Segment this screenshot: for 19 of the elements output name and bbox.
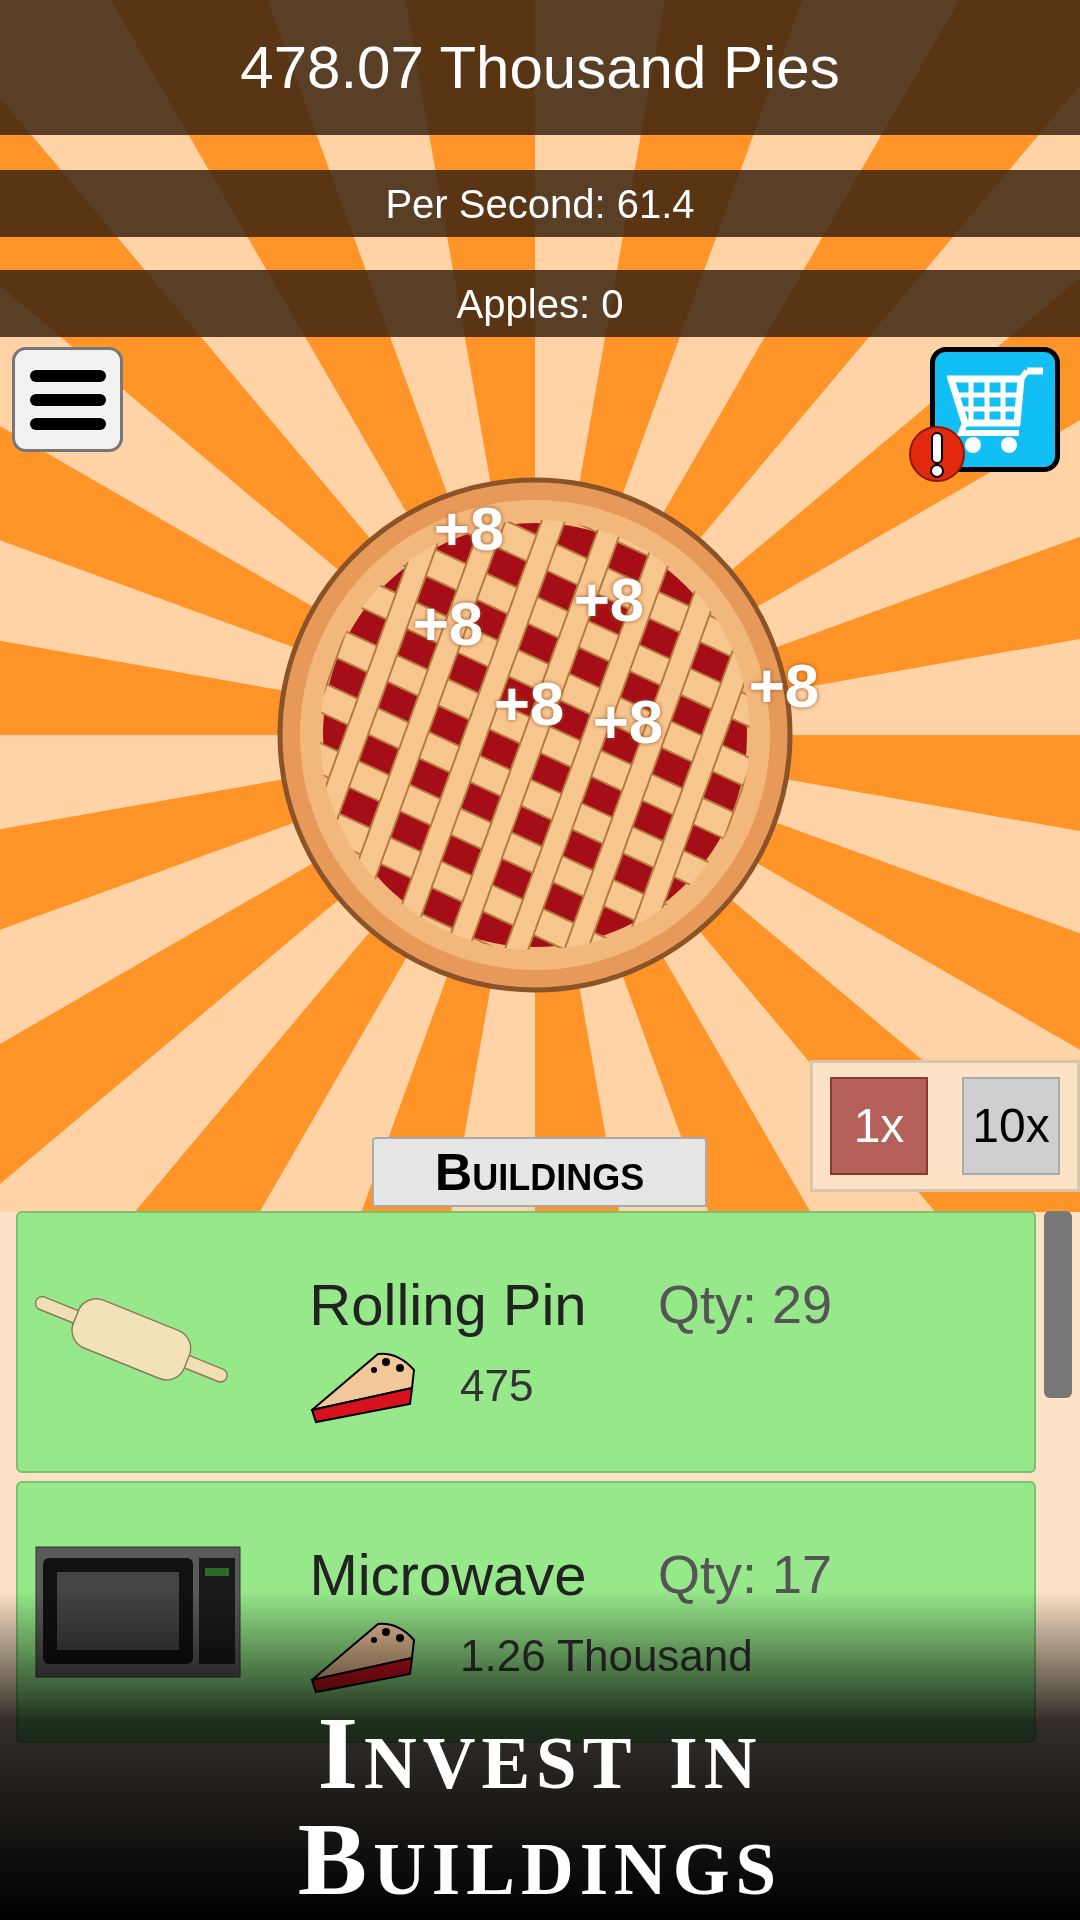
multiplier-toggle[interactable]: 1x [830, 1077, 928, 1175]
building-card[interactable]: Rolling Pin Qty: 29 475 [16, 1211, 1036, 1473]
building-quantity: Qty: 29 [658, 1272, 833, 1336]
building-name: Rolling Pin [308, 1270, 588, 1339]
building-cost: 1.26 Thousand [460, 1629, 753, 1682]
total-pies-bar: 478.07 Thousand Pies [0, 0, 1080, 135]
microwave-icon [35, 1546, 241, 1678]
scrollbar-thumb[interactable] [1044, 1211, 1072, 1398]
multiplier-toggle[interactable]: 10x [962, 1077, 1060, 1175]
building-cost: 475 [460, 1359, 534, 1412]
building-name: Microwave [308, 1540, 588, 1609]
buildings-tab[interactable]: Buildings [372, 1137, 707, 1207]
shop-button[interactable] [930, 347, 1060, 472]
click-bonus-text: +8 [433, 498, 505, 560]
menu-icon [29, 369, 106, 430]
menu-button[interactable] [12, 347, 123, 452]
per-second-bar: Per Second: 61.4 [0, 170, 1080, 237]
building-quantity: Qty: 17 [658, 1542, 833, 1606]
apples-bar: Apples: 0 [0, 270, 1080, 337]
